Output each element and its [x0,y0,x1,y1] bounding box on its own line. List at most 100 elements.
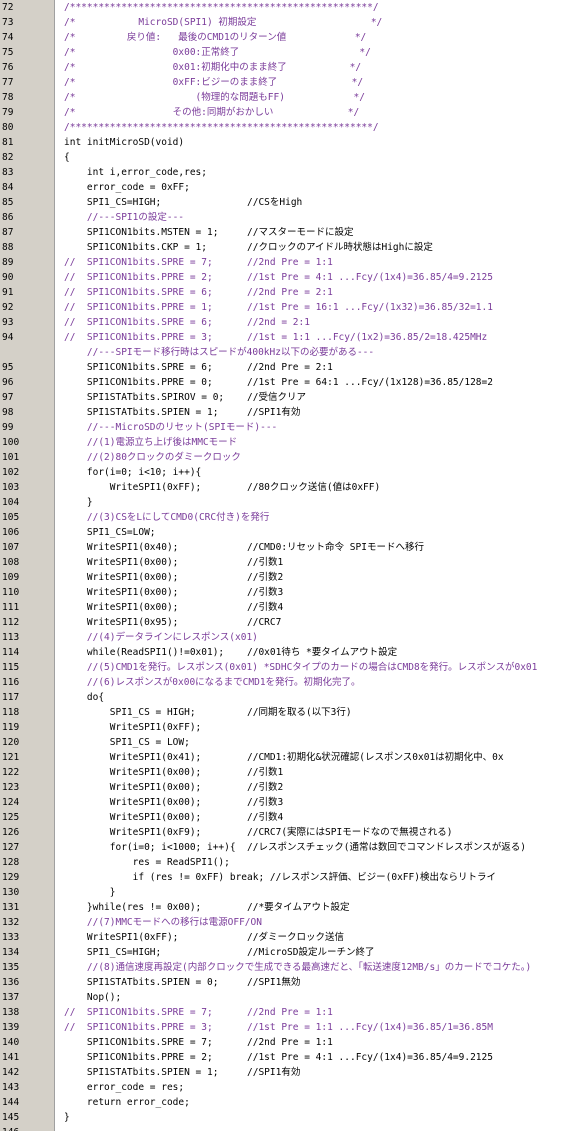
code-line[interactable]: 126 WriteSPI1(0xF9); //CRC7(実際にはSPIモードなの… [0,825,588,840]
code-editor[interactable]: 72 /*************************************… [0,0,588,1131]
code-text: /* その他:同期がおかしい */ [64,107,360,118]
code-line[interactable]: 144 return error_code; [0,1095,588,1110]
code-line[interactable]: 104 } [0,495,588,510]
code-line[interactable]: 105 //(3)CSをLにしてCMD0(CRC付き)を発行 [0,510,588,525]
code-line[interactable]: 135 //(8)通信速度再設定(内部クロックで生成できる最高速だと、「転送速度… [0,960,588,975]
line-number: 75 [2,47,14,58]
code-line[interactable]: 121 WriteSPI1(0x41); //CMD1:初期化&状況確認(レスポ… [0,750,588,765]
code-line[interactable]: 88 SPI1CON1bits.CKP = 1; //クロックのアイドル時状態は… [0,240,588,255]
line-number: 123 [2,782,20,793]
code-line[interactable]: 80 /*************************************… [0,120,588,135]
code-line[interactable]: 140 SPI1CON1bits.SPRE = 7; //2nd Pre = 1… [0,1035,588,1050]
code-line[interactable]: 127 for(i=0; i<1000; i++){ //レスポンスチェック(通… [0,840,588,855]
code-line[interactable]: 85 SPI1_CS=HIGH; //CSをHigh [0,195,588,210]
code-line[interactable]: 128 res = ReadSPI1(); [0,855,588,870]
code-line[interactable]: 96 SPI1CON1bits.PPRE = 0; //1st Pre = 64… [0,375,588,390]
code-line[interactable]: 110 WriteSPI1(0x00); //引数3 [0,585,588,600]
code-line[interactable]: 74 /* 戻り値: 最後のCMD1のリターン値 */ [0,30,588,45]
code-line[interactable]: 72 /*************************************… [0,0,588,15]
code-line[interactable]: 143 error_code = res; [0,1080,588,1095]
line-number: 93 [2,317,14,328]
line-number: 116 [2,677,20,688]
code-text: Nop(); [64,992,122,1003]
code-text: WriteSPI1(0x00); //引数3 [64,797,284,808]
code-line[interactable]: 125 WriteSPI1(0x00); //引数4 [0,810,588,825]
line-number: 120 [2,737,20,748]
code-line[interactable]: 139 // SPI1CON1bits.PPRE = 3; //1st Pre =… [0,1020,588,1035]
code-line[interactable]: 86 //---SPI1の設定--- [0,210,588,225]
code-line[interactable]: 99 //---MicroSDのリセット(SPIモード)--- [0,420,588,435]
code-line[interactable]: 79 /* その他:同期がおかしい */ [0,105,588,120]
code-line[interactable]: 111 WriteSPI1(0x00); //引数4 [0,600,588,615]
code-text: //---SPI1の設定--- [64,212,185,223]
code-line[interactable]: 106 SPI1_CS=LOW; [0,525,588,540]
code-line[interactable]: 130 } [0,885,588,900]
code-line[interactable]: 98 SPI1STATbits.SPIEN = 1; //SPI1有効 [0,405,588,420]
code-line[interactable]: 102 for(i=0; i<10; i++){ [0,465,588,480]
line-number: 72 [2,2,14,13]
code-line[interactable]: 141 SPI1CON1bits.PPRE = 2; //1st Pre = 4… [0,1050,588,1065]
code-line[interactable]: 93 // SPI1CON1bits.SPRE = 6; //2nd = 2:1 [0,315,588,330]
code-line[interactable]: 136 SPI1STATbits.SPIEN = 0; //SPI1無効 [0,975,588,990]
code-line[interactable]: 146 [0,1125,588,1131]
code-text: // SPI1CON1bits.PPRE = 1; //1st Pre = 16… [64,302,493,313]
code-line[interactable]: 131 }while(res != 0x00); //*要タイムアウト設定 [0,900,588,915]
code-line[interactable]: 129 if (res != 0xFF) break; //レスポンス評価、ビジ… [0,870,588,885]
code-line[interactable]: 116 //(6)レスポンスが0x00になるまでCMD1を発行。初期化完了。 [0,675,588,690]
code-line[interactable]: 108 WriteSPI1(0x00); //引数1 [0,555,588,570]
code-line[interactable]: 92 // SPI1CON1bits.PPRE = 1; //1st Pre = … [0,300,588,315]
code-line[interactable]: 90 // SPI1CON1bits.PPRE = 2; //1st Pre = … [0,270,588,285]
code-line[interactable]: 77 /* 0xFF:ビジーのまま終了 */ [0,75,588,90]
code-line[interactable]: 132 //(7)MMCモードへの移行は電源OFF/ON [0,915,588,930]
code-line[interactable]: 89 // SPI1CON1bits.SPRE = 7; //2nd Pre = … [0,255,588,270]
code-text: SPI1_CS=HIGH; //CSをHigh [64,197,303,208]
code-line[interactable]: 82 { [0,150,588,165]
code-line[interactable]: 83 int i,error_code,res; [0,165,588,180]
code-line[interactable]: 107 WriteSPI1(0x40); //CMD0:リセット命令 SPIモー… [0,540,588,555]
code-text: // SPI1CON1bits.SPRE = 6; //2nd = 2:1 [64,317,310,328]
code-line[interactable]: 137 Nop(); [0,990,588,1005]
code-line[interactable]: 84 error_code = 0xFF; [0,180,588,195]
code-line[interactable]: 134 SPI1_CS=HIGH; //MicroSD設定ルーチン終了 [0,945,588,960]
code-text: WriteSPI1(0xF9); //CRC7(実際にはSPIモードなので無視さ… [64,827,453,838]
code-line[interactable]: 97 SPI1STATbits.SPIROV = 0; //受信クリア [0,390,588,405]
code-line[interactable]: 123 WriteSPI1(0x00); //引数2 [0,780,588,795]
code-line[interactable]: 101 //(2)80クロックのダミークロック [0,450,588,465]
code-line[interactable]: 73 /* MicroSD(SPI1) 初期設定 */ [0,15,588,30]
line-number: 118 [2,707,20,718]
code-line[interactable]: 95 SPI1CON1bits.SPRE = 6; //2nd Pre = 2:… [0,360,588,375]
line-number: 91 [2,287,14,298]
code-line[interactable]: 81 int initMicroSD(void) [0,135,588,150]
code-line[interactable]: 142 SPI1STATbits.SPIEN = 1; //SPI1有効 [0,1065,588,1080]
code-line[interactable]: 145} [0,1110,588,1125]
code-line[interactable]: 118 SPI1_CS = HIGH; //同期を取る(以下3行) [0,705,588,720]
code-line[interactable]: 120 SPI1_CS = LOW; [0,735,588,750]
code-line[interactable]: //---SPIモード移行時はスピードが400kHz以下の必要がある--- [0,345,588,360]
code-line[interactable]: 91 // SPI1CON1bits.SPRE = 6; //2nd Pre = … [0,285,588,300]
line-number: 125 [2,812,20,823]
code-text: SPI1CON1bits.MSTEN = 1; //マスターモードに設定 [64,227,354,238]
code-line[interactable]: 114 while(ReadSPI1()!=0x01); //0x01待ち *要… [0,645,588,660]
code-line[interactable]: 103 WriteSPI1(0xFF); //80クロック送信(値は0xFF) [0,480,588,495]
code-line[interactable]: 78 /* (物理的な問題もFF) */ [0,90,588,105]
code-text: while(ReadSPI1()!=0x01); //0x01待ち *要タイムア… [64,647,398,658]
code-line[interactable]: 87 SPI1CON1bits.MSTEN = 1; //マスターモードに設定 [0,225,588,240]
line-number: 90 [2,272,14,283]
code-line[interactable]: 100 //(1)電源立ち上げ後はMMCモード [0,435,588,450]
code-line[interactable]: 112 WriteSPI1(0x95); //CRC7 [0,615,588,630]
code-text: SPI1STATbits.SPIEN = 1; //SPI1有効 [64,1067,301,1078]
code-line[interactable]: 94 // SPI1CON1bits.PPRE = 3; //1st = 1:1 … [0,330,588,345]
code-line[interactable]: 117 do{ [0,690,588,705]
code-line[interactable]: 109 WriteSPI1(0x00); //引数2 [0,570,588,585]
code-line[interactable]: 75 /* 0x00:正常終了 */ [0,45,588,60]
code-line[interactable]: 76 /* 0x01:初期化中のまま終了 */ [0,60,588,75]
code-line[interactable]: 119 WriteSPI1(0xFF); [0,720,588,735]
code-line[interactable]: 138 // SPI1CON1bits.SPRE = 7; //2nd Pre =… [0,1005,588,1020]
code-line[interactable]: 133 WriteSPI1(0xFF); //ダミークロック送信 [0,930,588,945]
line-number: 84 [2,182,14,193]
code-text: SPI1CON1bits.SPRE = 6; //2nd Pre = 2:1 [64,362,333,373]
code-line[interactable]: 115 //(5)CMD1を発行。レスポンス(0x01) *SDHCタイプのカー… [0,660,588,675]
code-line[interactable]: 122 WriteSPI1(0x00); //引数1 [0,765,588,780]
code-line[interactable]: 113 //(4)データラインにレスポンス(x01) [0,630,588,645]
code-line[interactable]: 124 WriteSPI1(0x00); //引数3 [0,795,588,810]
